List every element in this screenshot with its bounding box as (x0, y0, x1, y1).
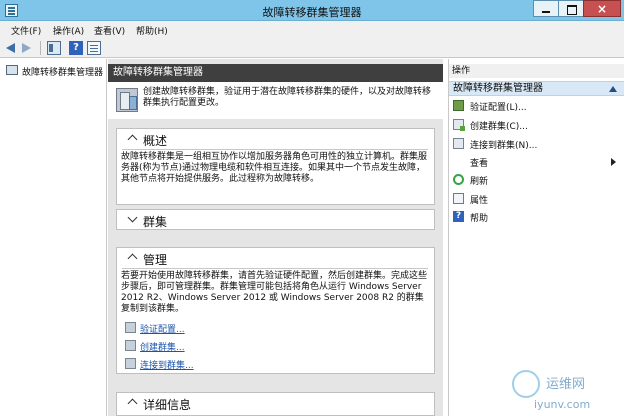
console-tree: 故障转移群集管理器 (0, 59, 107, 416)
actions-section-title: 故障转移群集管理器 (453, 83, 543, 94)
tree-item-label: 故障转移群集管理器 (22, 68, 104, 78)
intro-banner: 创建故障转移群集，验证用于潜在故障转移群集的硬件，以及对故障转移群集执行配置更改… (108, 82, 443, 119)
management-title: 管理 (143, 253, 168, 267)
create-cluster-icon (125, 340, 136, 351)
overview-text: 故障转移群集是一组相互协作以增加服务器角色可用性的独立计算机。群集服务器(称为节… (121, 152, 428, 184)
cluster-manager-icon (6, 65, 18, 75)
action-label: 连接到群集(N)... (470, 141, 538, 151)
window-title: 故障转移群集管理器 (262, 6, 362, 19)
back-arrow-icon[interactable] (6, 43, 15, 53)
action-help[interactable]: ? 帮助 (453, 210, 621, 224)
overview-panel: 概述 故障转移群集是一组相互协作以增加服务器角色可用性的独立计算机。群集服务器(… (116, 128, 435, 205)
overview-title: 概述 (143, 134, 168, 148)
menu-file[interactable]: 文件(F) (11, 24, 41, 37)
maximize-button[interactable] (558, 0, 583, 17)
forward-arrow-icon[interactable] (22, 43, 31, 53)
close-button[interactable]: × (583, 0, 621, 17)
intro-text: 创建故障转移群集，验证用于潜在故障转移群集的硬件，以及对故障转移群集执行配置更改… (143, 87, 432, 108)
menu-help[interactable]: 帮助(H) (136, 24, 168, 37)
action-connect-cluster[interactable]: 连接到群集(N)... (453, 137, 621, 151)
title-bar: 故障转移群集管理器 × (0, 0, 624, 21)
actions-pane-title: 操作 (449, 64, 624, 78)
center-pane-title: 故障转移群集管理器 (108, 64, 443, 82)
menu-action[interactable]: 操作(A) (53, 24, 84, 37)
center-pane: 故障转移群集管理器 创建故障转移群集，验证用于潜在故障转移群集的硬件，以及对故障… (108, 59, 443, 416)
properties-icon (453, 193, 464, 204)
action-label: 属性 (470, 196, 489, 206)
watermark-name: 运维网 (546, 377, 586, 392)
menu-bar: 文件(F) 操作(A) 查看(V) 帮助(H) (0, 21, 624, 38)
refresh-icon (453, 174, 464, 185)
collapse-chevron-icon (127, 134, 138, 145)
management-panel-header[interactable]: 管理 (117, 248, 434, 268)
watermark-logo-icon (512, 370, 540, 398)
management-text: 若要开始使用故障转移群集，请首先验证硬件配置，然后创建群集。完成这些步骤后，即可… (121, 271, 428, 314)
minimize-button[interactable] (533, 0, 558, 17)
action-create-cluster[interactable]: 创建群集(C)... (453, 118, 621, 132)
divider (122, 149, 428, 150)
action-label: 查看 (470, 159, 489, 169)
validate-icon (125, 322, 136, 333)
submenu-arrow-icon (611, 158, 616, 166)
details-title: 详细信息 (143, 398, 192, 412)
create-cluster-icon (453, 119, 465, 131)
action-label: 刷新 (470, 177, 489, 187)
management-panel: 管理 若要开始使用故障转移群集，请首先验证硬件配置，然后创建群集。完成这些步骤后… (116, 247, 435, 374)
action-properties[interactable]: 属性 (453, 192, 621, 206)
help-icon: ? (453, 211, 464, 222)
action-refresh[interactable]: 刷新 (453, 173, 621, 187)
details-panel: 详细信息 (116, 392, 435, 416)
connect-cluster-icon (453, 138, 464, 149)
cluster-servers-icon (116, 88, 138, 112)
action-view[interactable]: 查看 (453, 155, 621, 169)
actions-section-header[interactable]: 故障转移群集管理器 (449, 81, 624, 96)
expand-chevron-icon (127, 212, 138, 223)
clusters-panel-header[interactable]: 群集 (117, 210, 434, 230)
divider (122, 268, 428, 269)
collapse-chevron-icon (127, 253, 138, 264)
show-hide-tree-icon[interactable] (47, 41, 61, 55)
action-label: 创建群集(C)... (470, 122, 528, 132)
details-panel-header[interactable]: 详细信息 (117, 393, 434, 413)
connect-cluster-icon (125, 358, 136, 369)
collapse-arrow-icon[interactable] (609, 86, 617, 92)
watermark-url: iyunv.com (534, 398, 591, 411)
overview-panel-header[interactable]: 概述 (117, 129, 434, 149)
action-label: 帮助 (470, 214, 489, 224)
close-icon: × (596, 2, 608, 16)
help-icon[interactable]: ? (69, 41, 83, 55)
collapse-chevron-icon (127, 398, 138, 409)
toolbar-separator (40, 41, 41, 55)
clusters-panel: 群集 (116, 209, 435, 230)
validate-icon (453, 100, 464, 111)
action-label: 验证配置(L)... (470, 103, 527, 113)
actions-pane: 操作 故障转移群集管理器 验证配置(L)... 创建群集(C)... 连接到群集… (448, 59, 624, 416)
clusters-title: 群集 (143, 215, 168, 229)
action-validate-configuration[interactable]: 验证配置(L)... (453, 99, 621, 113)
toolbar: ? (0, 38, 624, 58)
properties-icon[interactable] (87, 41, 101, 55)
menu-view[interactable]: 查看(V) (94, 24, 125, 37)
